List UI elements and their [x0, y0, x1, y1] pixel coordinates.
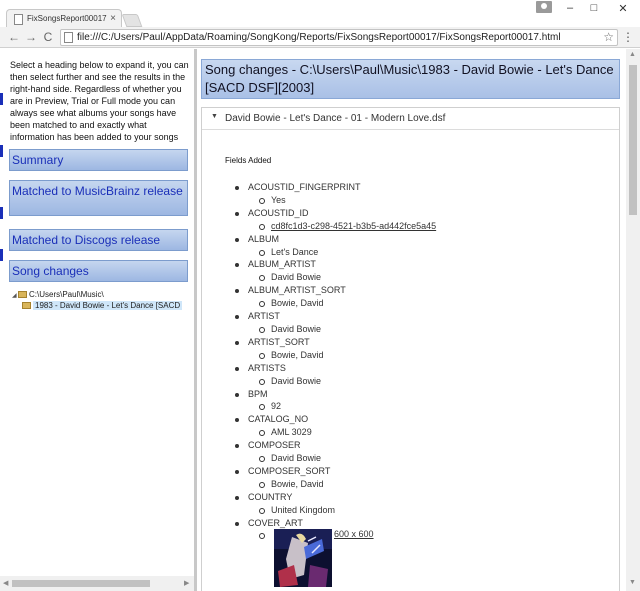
cover-art-thumbnail[interactable] — [274, 529, 332, 588]
field-item: ARTISTS David Bowie — [235, 362, 608, 388]
window-close-icon[interactable]: ✕ — [614, 2, 632, 15]
fields-added-label: Fields Added — [225, 156, 272, 165]
bookmark-star-icon[interactable]: ☆ — [603, 30, 614, 44]
field-item: COUNTRY United Kingdom — [235, 491, 608, 517]
scroll-up-icon[interactable]: ▲ — [629, 51, 636, 58]
field-name: CATALOG_NO — [235, 413, 608, 426]
scroll-thumb[interactable] — [12, 580, 150, 587]
edge-marker — [0, 249, 3, 261]
scroll-down-icon[interactable]: ▼ — [629, 579, 636, 586]
cover-art-row: 600 x 600 — [248, 529, 608, 588]
field-name: ARTISTS — [235, 362, 608, 375]
field-item: CATALOG_NO AML 3029 — [235, 413, 608, 439]
browser-title-bar: FixSongsReport00017.htm × – □ ✕ — [0, 0, 640, 28]
field-item: ARTIST David Bowie — [235, 310, 608, 336]
field-item: ALBUM Let's Dance — [235, 233, 608, 259]
field-item: ARTIST_SORT Bowie, David — [235, 336, 608, 362]
intro-text: Select a heading below to expand it, you… — [10, 60, 189, 142]
heading-summary[interactable]: Summary — [9, 149, 188, 171]
tree-child-label: 1983 - David Bowie - Let's Dance [SACD — [33, 301, 183, 310]
field-name: ALBUM_ARTIST — [235, 258, 608, 271]
minimize-icon[interactable]: – — [561, 2, 579, 14]
cover-art-image — [274, 529, 332, 588]
vertical-scrollbar[interactable]: ▲ ▼ — [626, 49, 640, 591]
navigation-pane: Select a heading below to expand it, you… — [0, 49, 194, 591]
back-arrow-icon[interactable]: ← — [7, 30, 21, 44]
fields-list: ACOUSTID_FINGERPRINT Yes ACOUSTID_ID cd8fc… — [235, 181, 608, 588]
left-edge — [0, 49, 6, 591]
field-item: ALBUM_ARTIST David Bowie — [235, 258, 608, 284]
field-value[interactable]: cd8fc1d3-c298-4521-b3b5-ad442fce5a45 — [248, 220, 608, 233]
forward-arrow-icon[interactable]: → — [24, 30, 38, 44]
field-item: ACOUSTID_ID cd8fc1d3-c298-4521-b3b5-ad442… — [235, 207, 608, 233]
browser-menu-icon[interactable]: ⋮ — [622, 30, 634, 44]
new-tab-button[interactable] — [121, 14, 143, 27]
details-pane: Song changes - C:\Users\Paul\Music\1983 … — [197, 49, 626, 591]
folder-tree: ◢ C:\Users\Paul\Music\ 1983 - David Bowie… — [12, 290, 183, 312]
field-name: BPM — [235, 388, 608, 401]
address-bar[interactable]: file:///C:/Users/Paul/AppData/Roaming/So… — [60, 29, 618, 46]
field-value: 92 — [248, 400, 608, 413]
field-value: Let's Dance — [248, 246, 608, 259]
page-icon — [64, 32, 73, 43]
edge-marker — [0, 207, 3, 219]
song-changes-title: Song changes - C:\Users\Paul\Music\1983 … — [201, 59, 620, 99]
field-item: COMPOSER_SORT Bowie, David — [235, 465, 608, 491]
heading-matched-musicbrainz[interactable]: Matched to MusicBrainz release — [9, 180, 188, 216]
field-name: ACOUSTID_FINGERPRINT — [235, 181, 608, 194]
field-name: COUNTRY — [235, 491, 608, 504]
user-profile-icon[interactable] — [536, 1, 552, 13]
field-name: COMPOSER_SORT — [235, 465, 608, 478]
browser-tab[interactable]: FixSongsReport00017.htm × — [6, 9, 122, 28]
heading-matched-discogs[interactable]: Matched to Discogs release — [9, 229, 188, 251]
tab-close-icon[interactable]: × — [110, 13, 116, 24]
scroll-right-icon[interactable]: ▶ — [184, 579, 189, 587]
edge-marker — [0, 93, 3, 105]
field-item: COVER_ART 600 x 600 — [235, 517, 608, 588]
field-value: David Bowie — [248, 323, 608, 336]
field-item: COMPOSER David Bowie — [235, 439, 608, 465]
folder-icon — [22, 302, 31, 309]
field-name: COMPOSER — [235, 439, 608, 452]
edge-marker — [0, 145, 3, 157]
song-panel: ▼ David Bowie - Let's Dance - 01 - Moder… — [201, 107, 620, 591]
field-value: David Bowie — [248, 375, 608, 388]
acoustid-link[interactable]: cd8fc1d3-c298-4521-b3b5-ad442fce5a45 — [271, 221, 436, 231]
horizontal-scrollbar[interactable]: ◀ ▶ — [0, 576, 194, 591]
field-item: BPM 92 — [235, 388, 608, 414]
field-value: AML 3029 — [248, 426, 608, 439]
song-header[interactable]: ▼ David Bowie - Let's Dance - 01 - Moder… — [202, 108, 619, 130]
field-name: ALBUM_ARTIST_SORT — [235, 284, 608, 297]
scroll-thumb[interactable] — [629, 65, 637, 215]
field-value: United Kingdom — [248, 504, 608, 517]
field-name: COVER_ART — [235, 517, 608, 530]
field-item: ACOUSTID_FINGERPRINT Yes — [235, 181, 608, 207]
reload-icon[interactable]: C — [41, 30, 55, 44]
folder-icon — [18, 291, 27, 298]
field-value: Bowie, David — [248, 349, 608, 362]
cover-art-size-link[interactable]: 600 x 600 — [334, 529, 374, 539]
field-name: ALBUM — [235, 233, 608, 246]
tree-root[interactable]: ◢ C:\Users\Paul\Music\ — [12, 290, 182, 301]
maximize-icon[interactable]: □ — [585, 2, 603, 14]
song-header-label: David Bowie - Let's Dance - 01 - Modern … — [225, 113, 446, 124]
field-value: Bowie, David — [248, 297, 608, 310]
field-value: Yes — [248, 194, 608, 207]
tree-root-label: C:\Users\Paul\Music\ — [29, 290, 104, 299]
field-value: Bowie, David — [248, 478, 608, 491]
field-value: David Bowie — [248, 271, 608, 284]
field-name: ACOUSTID_ID — [235, 207, 608, 220]
scroll-left-icon[interactable]: ◀ — [3, 579, 8, 587]
url-text[interactable]: file:///C:/Users/Paul/AppData/Roaming/So… — [77, 32, 561, 43]
tab-title: FixSongsReport00017.htm — [27, 14, 107, 23]
heading-song-changes[interactable]: Song changes — [9, 260, 188, 282]
browser-toolbar: ← → C file:///C:/Users/Paul/AppData/Roam… — [0, 27, 640, 48]
expand-caret-icon[interactable]: ▼ — [211, 113, 218, 120]
tree-child[interactable]: 1983 - David Bowie - Let's Dance [SACD — [12, 301, 183, 312]
field-name: ARTIST_SORT — [235, 336, 608, 349]
field-value: David Bowie — [248, 452, 608, 465]
field-name: ARTIST — [235, 310, 608, 323]
field-item: ALBUM_ARTIST_SORT Bowie, David — [235, 284, 608, 310]
page-favicon-icon — [14, 14, 23, 25]
